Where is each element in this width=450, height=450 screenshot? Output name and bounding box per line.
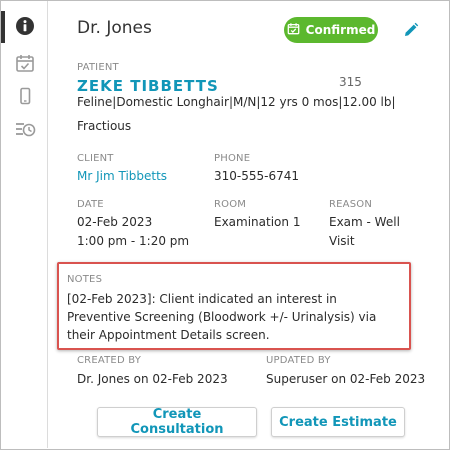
room-value: Examination 1 — [214, 215, 301, 229]
calendar-check-icon — [287, 22, 300, 38]
notes-text: [02-Feb 2023]: Client indicated an inter… — [67, 292, 377, 342]
notes-label: NOTES — [67, 274, 103, 285]
patient-id: 315 — [339, 75, 362, 89]
pencil-icon[interactable] — [403, 22, 419, 42]
active-tab-indicator — [1, 11, 5, 43]
room-label: ROOM — [214, 199, 247, 210]
date-value: 02-Feb 2023 — [77, 215, 153, 229]
mobile-icon[interactable] — [14, 85, 36, 107]
client-label: CLIENT — [77, 153, 114, 164]
side-rail — [1, 1, 48, 448]
date-label: DATE — [77, 199, 104, 210]
history-icon[interactable] — [14, 118, 36, 140]
created-by-value: Dr. Jones on 02-Feb 2023 — [77, 372, 228, 386]
patient-label: PATIENT — [77, 62, 119, 73]
notes-highlight-box: NOTES [02-Feb 2023]: Client indicated an… — [57, 262, 411, 350]
updated-by-value: Superuser on 02-Feb 2023 — [266, 372, 426, 386]
patient-details: Feline|Domestic Longhair|M/N|12 yrs 0 mo… — [77, 95, 396, 109]
updated-by-label: UPDATED BY — [266, 355, 331, 366]
page-title: Dr. Jones — [77, 18, 152, 38]
calendar-check-icon[interactable] — [14, 52, 36, 74]
time-value: 1:00 pm - 1:20 pm — [77, 234, 190, 248]
create-consultation-button[interactable]: Create Consultation — [97, 407, 257, 437]
created-by-label: CREATED BY — [77, 355, 142, 366]
status-badge: Confirmed — [284, 17, 378, 43]
reason-label: REASON — [329, 199, 373, 210]
phone-value: 310-555-6741 — [214, 169, 300, 183]
phone-label: PHONE — [214, 153, 251, 164]
client-name-link[interactable]: Mr Jim Tibbetts — [77, 169, 167, 183]
patient-alert: Fractious — [77, 119, 132, 133]
patient-name-link[interactable]: ZEKE TIBBETTS — [77, 77, 219, 95]
status-badge-label: Confirmed — [305, 23, 376, 37]
create-estimate-button[interactable]: Create Estimate — [271, 407, 405, 437]
reason-value: Exam - Well — [329, 215, 400, 229]
info-icon[interactable] — [14, 15, 36, 37]
reason-value-cont: Visit — [329, 234, 355, 248]
appointment-details-panel: Dr. Jones Confirmed PATIENT ZEKE TIBBETT… — [57, 1, 441, 447]
